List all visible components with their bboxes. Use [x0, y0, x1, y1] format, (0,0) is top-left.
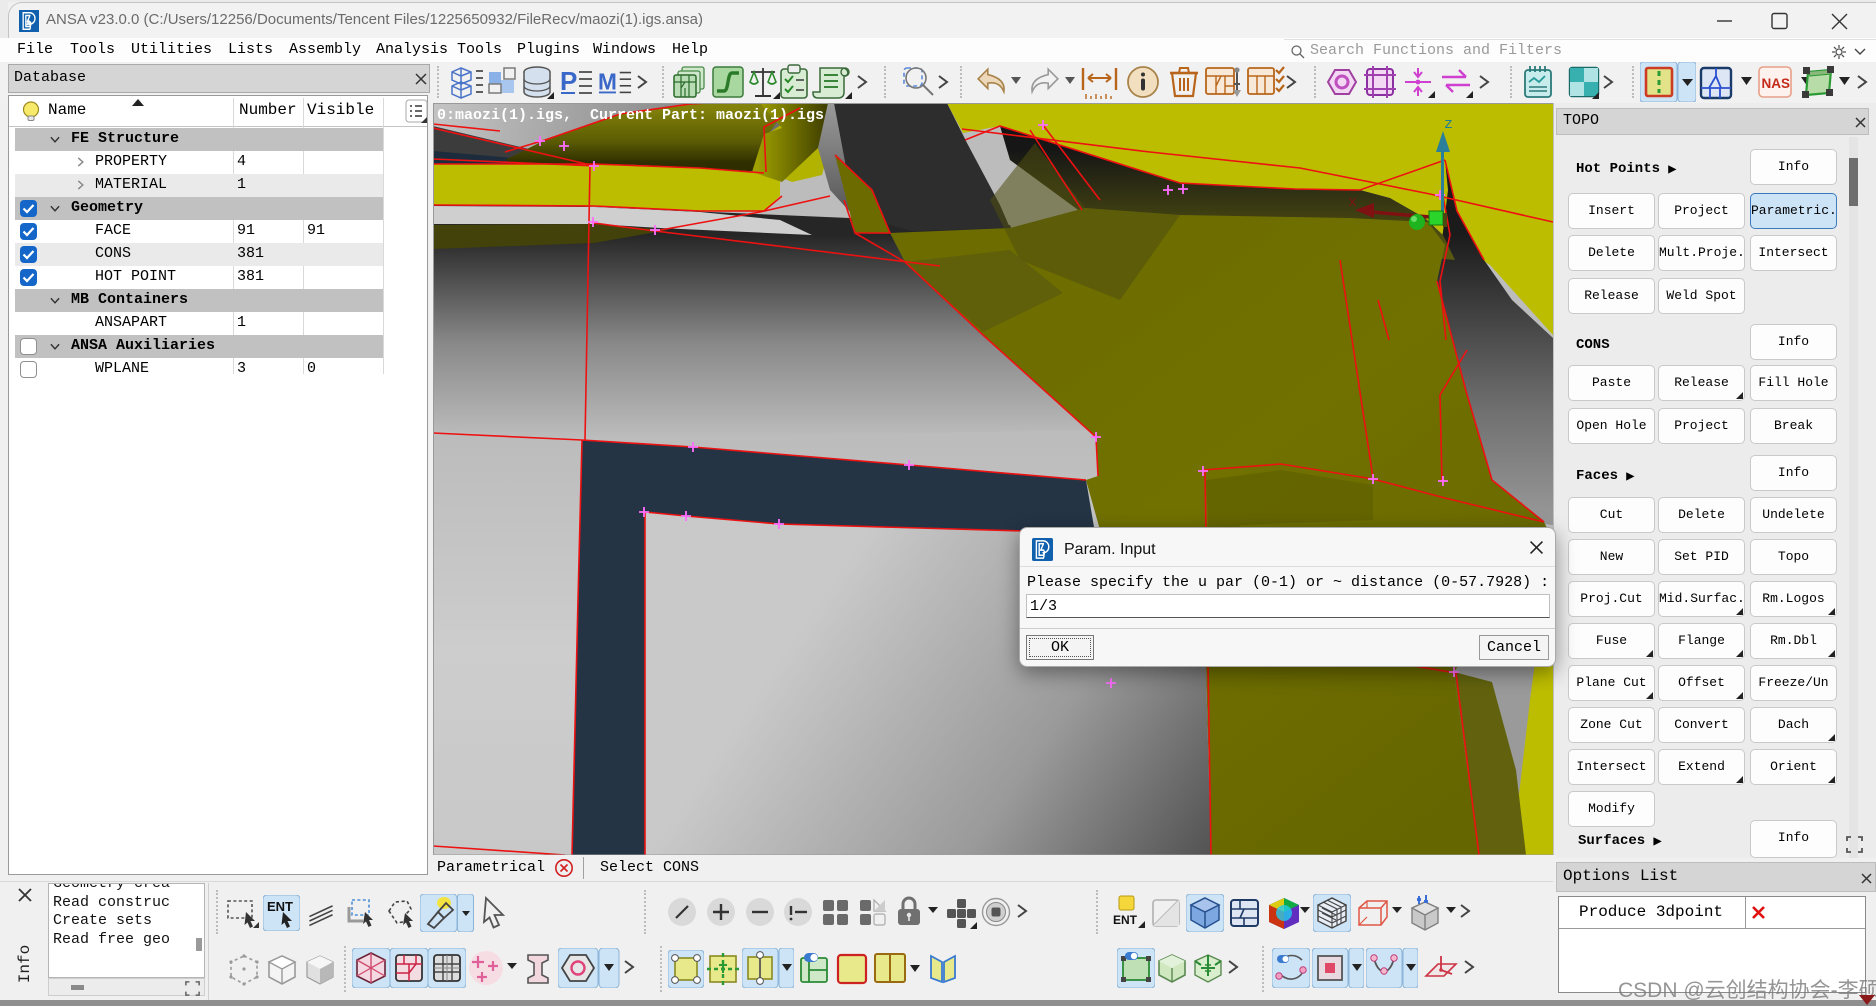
svg-text:P: P [560, 66, 577, 96]
svg-text:z: z [1444, 116, 1453, 133]
svg-text:M: M [598, 69, 617, 95]
svg-text:x: x [1348, 194, 1357, 211]
svg-text:ENT: ENT [1113, 913, 1138, 927]
svg-text:NAS: NAS [1762, 76, 1791, 91]
svg-text:ENT: ENT [267, 899, 293, 914]
svg-text:0:maozi(1).igs, Current Part:: 0:maozi(1).igs, Current Part: maozi(1).i… [437, 107, 824, 124]
